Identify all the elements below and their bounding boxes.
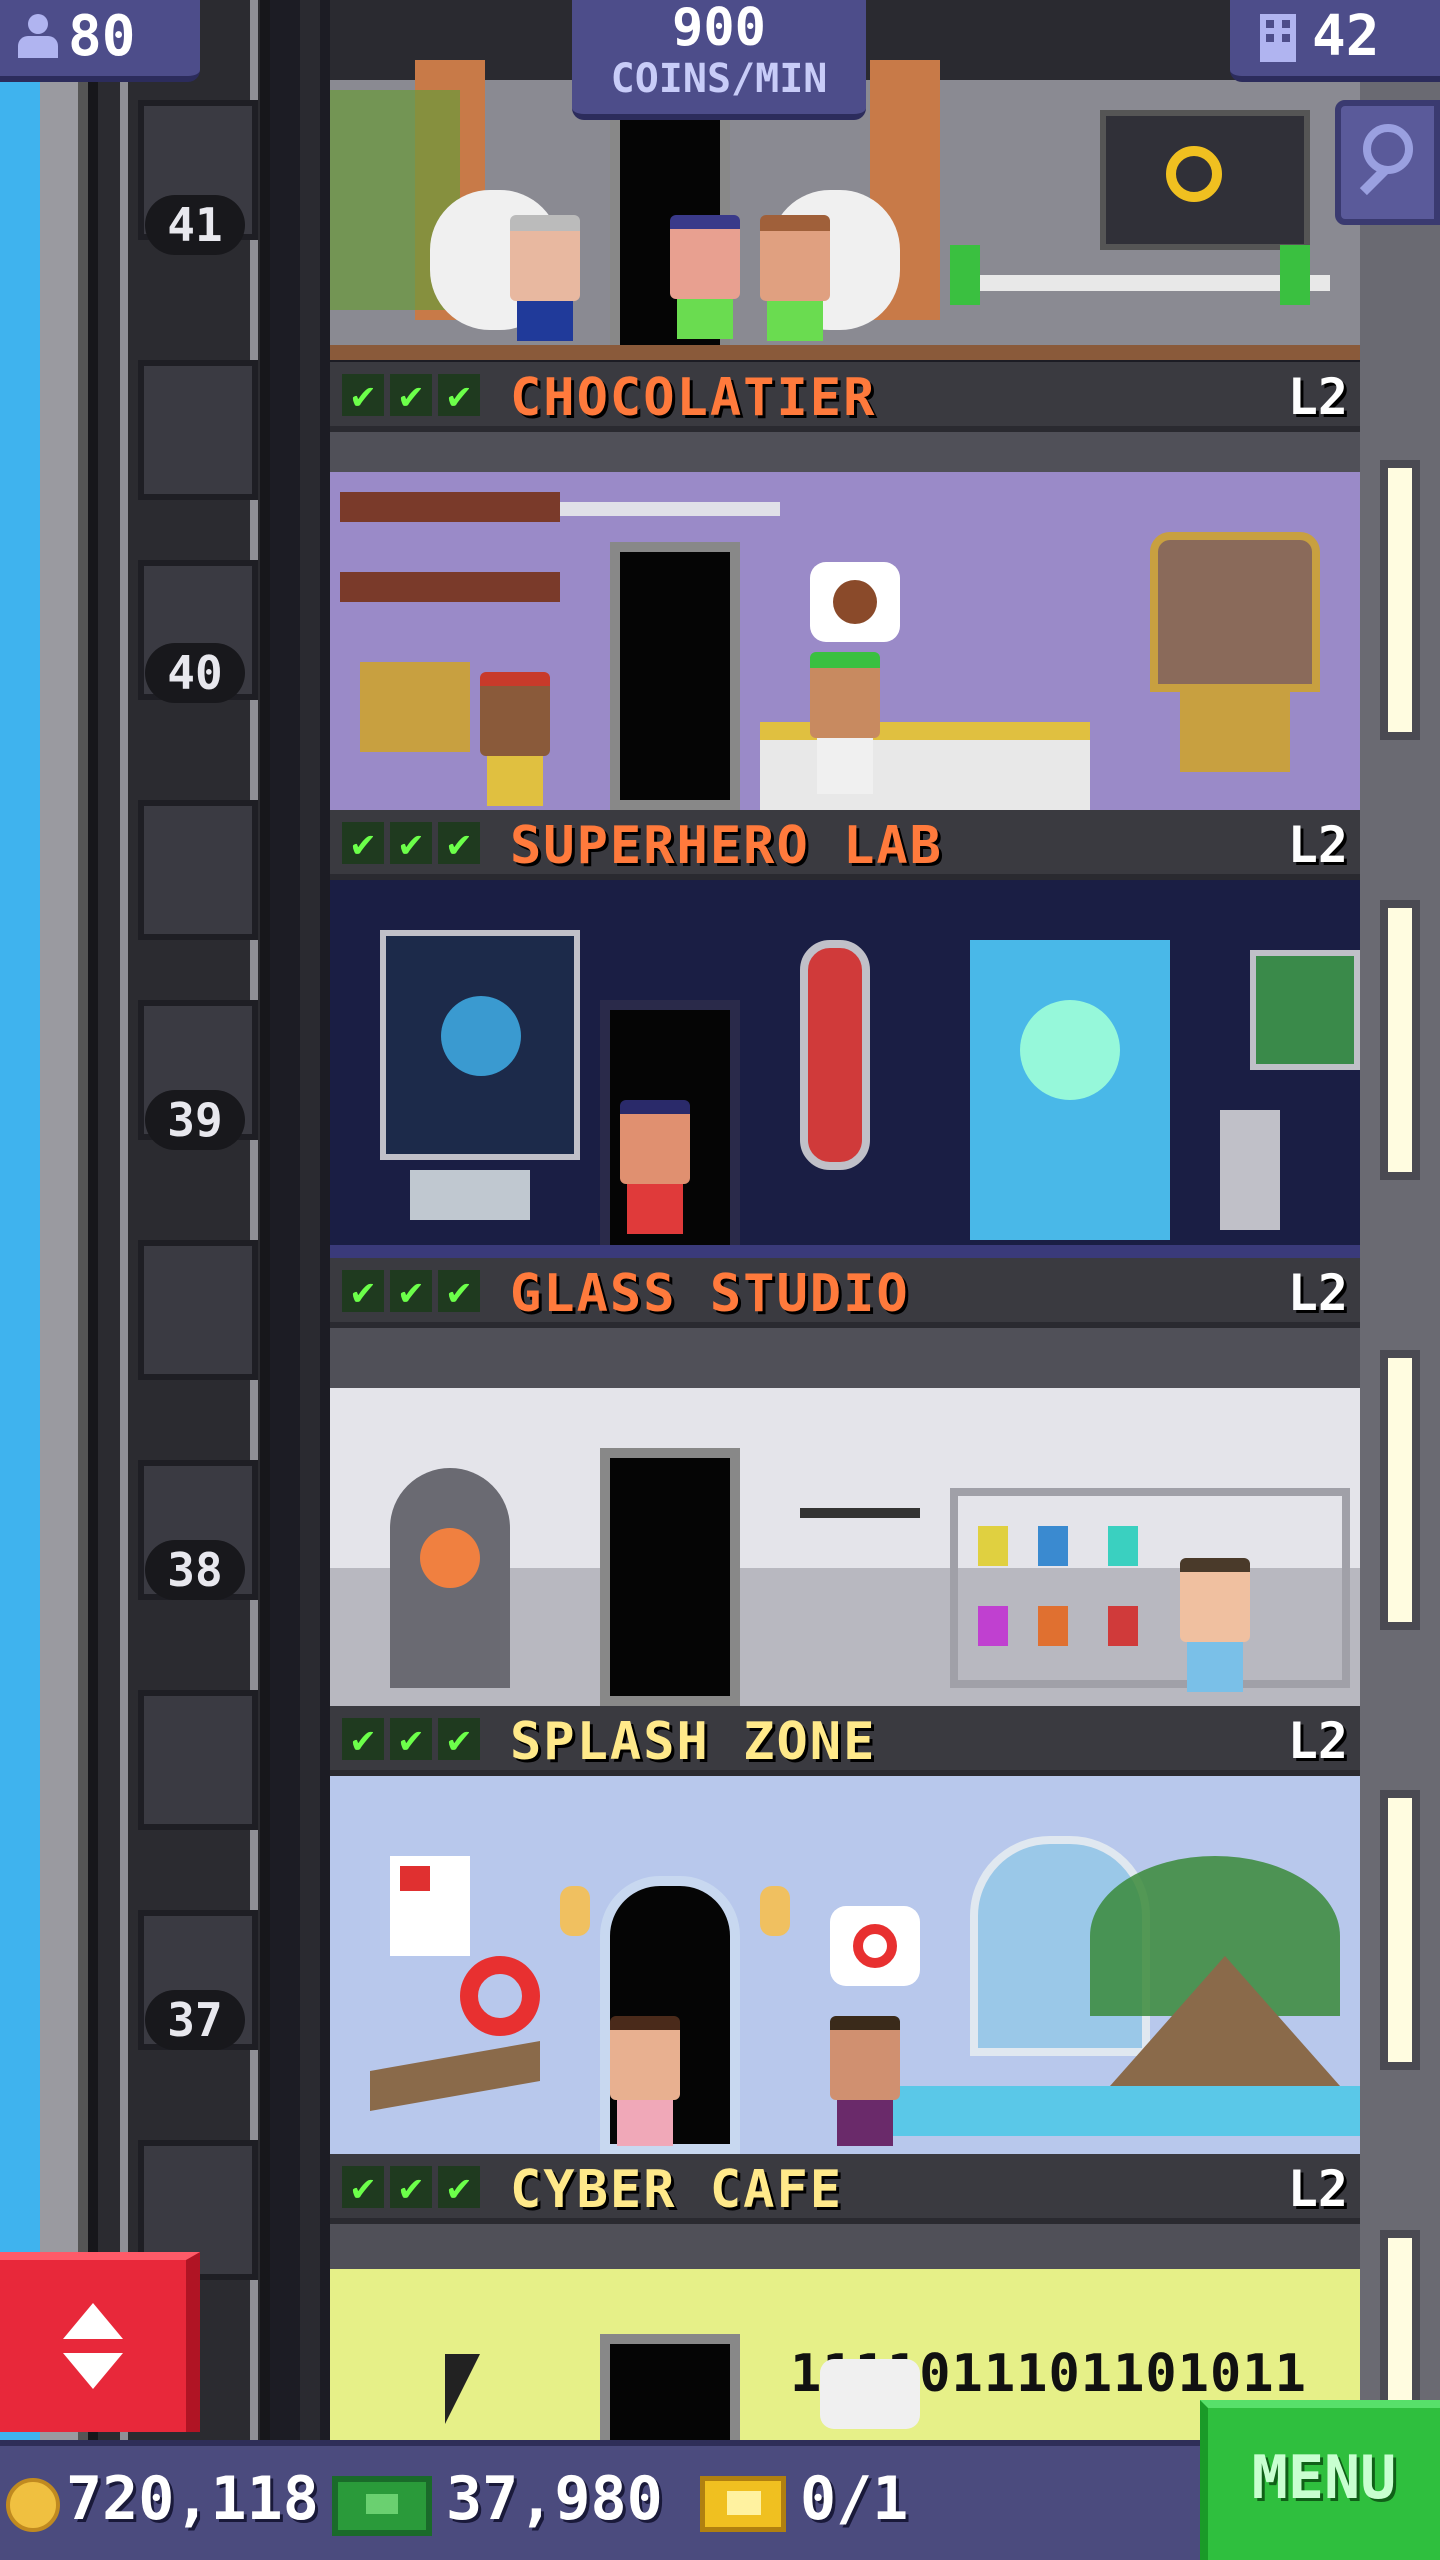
tower-window bbox=[1380, 1350, 1420, 1630]
shaft-panel bbox=[138, 1690, 258, 1830]
population-count: 80 bbox=[68, 4, 136, 69]
check-icon: ✔ bbox=[438, 822, 480, 864]
shaft-panel bbox=[138, 800, 258, 940]
floor-level: L2 bbox=[1287, 1712, 1348, 1770]
check-icon: ✔ bbox=[390, 822, 432, 864]
tower-wall bbox=[300, 0, 320, 2440]
search-button[interactable] bbox=[1335, 100, 1440, 225]
floor-room-chocolatier[interactable] bbox=[330, 432, 1360, 810]
check-icon: ✔ bbox=[342, 1718, 384, 1760]
floor-label-strip[interactable]: ✔ ✔ ✔ SUPERHERO LAB L2 bbox=[330, 810, 1360, 880]
floor-name-cyber-cafe: CYBER CAFE bbox=[510, 2160, 844, 2220]
floor-label-strip[interactable]: ✔ ✔ ✔ CHOCOLATIER L2 bbox=[330, 362, 1360, 432]
floor-label-strip[interactable]: ✔ ✔ ✔ CYBER CAFE L2 bbox=[330, 2154, 1360, 2224]
floor-number-39: 39 bbox=[145, 1090, 245, 1150]
coins-per-min-badge[interactable]: 900 COINS/MIN bbox=[572, 0, 866, 120]
life-ring-icon bbox=[460, 1956, 540, 2036]
tickets-amount: 0/1 bbox=[800, 2464, 909, 2534]
floor-room-glass-studio[interactable] bbox=[330, 1328, 1360, 1706]
coins-amount: 720,118 bbox=[66, 2464, 319, 2534]
bux-amount: 37,980 bbox=[446, 2464, 663, 2534]
floor-level: L2 bbox=[1287, 2160, 1348, 2218]
life-ring-request-bubble[interactable] bbox=[830, 1906, 920, 1986]
cursor-icon bbox=[445, 2354, 480, 2424]
elevator-door[interactable] bbox=[610, 542, 740, 810]
floor-name-splash-zone: SPLASH ZONE bbox=[510, 1712, 877, 1772]
check-icon: ✔ bbox=[438, 2166, 480, 2208]
check-icon: ✔ bbox=[390, 2166, 432, 2208]
star-checks: ✔ ✔ ✔ bbox=[342, 822, 480, 864]
star-checks: ✔ ✔ ✔ bbox=[342, 2166, 480, 2208]
bitizen[interactable] bbox=[810, 652, 880, 794]
bitizen[interactable] bbox=[670, 215, 740, 339]
floor-label-strip[interactable]: ✔ ✔ ✔ GLASS STUDIO L2 bbox=[330, 1258, 1360, 1328]
elevator-door[interactable] bbox=[600, 2334, 740, 2440]
shaft-outer-wall bbox=[40, 0, 78, 2440]
floor-number-37: 37 bbox=[145, 1990, 245, 2050]
bitizen[interactable] bbox=[510, 215, 580, 341]
elevator-updown-icon bbox=[63, 2303, 123, 2389]
check-icon: ✔ bbox=[438, 374, 480, 416]
check-icon: ✔ bbox=[438, 1718, 480, 1760]
coins-per-min-value: 900 bbox=[672, 0, 766, 58]
check-icon: ✔ bbox=[438, 1270, 480, 1312]
floors-count: 42 bbox=[1312, 4, 1380, 69]
building-icon bbox=[1260, 14, 1296, 62]
floor-name-superhero-lab: SUPERHERO LAB bbox=[510, 816, 943, 876]
menu-button[interactable]: MENU bbox=[1200, 2400, 1440, 2560]
elevator-rail bbox=[120, 0, 128, 2440]
person-icon bbox=[16, 14, 60, 58]
ring-icon bbox=[1166, 146, 1222, 202]
bitizen-superhero[interactable] bbox=[620, 1100, 690, 1234]
check-icon: ✔ bbox=[342, 374, 384, 416]
bitizen[interactable] bbox=[760, 215, 830, 341]
check-icon: ✔ bbox=[390, 374, 432, 416]
elevator-button[interactable] bbox=[0, 2252, 200, 2432]
check-icon: ✔ bbox=[390, 1270, 432, 1312]
bitizen[interactable] bbox=[480, 672, 550, 806]
ring-display-screen bbox=[1100, 110, 1310, 250]
floor-level: L2 bbox=[1287, 1264, 1348, 1322]
ticket-icon bbox=[700, 2476, 786, 2532]
bitizen[interactable] bbox=[610, 2016, 680, 2146]
shaft-panel bbox=[138, 360, 258, 500]
floor-name-chocolatier: CHOCOLATIER bbox=[510, 368, 877, 428]
chocolate-request-bubble[interactable] bbox=[810, 562, 900, 642]
tower-window bbox=[1380, 1790, 1420, 2070]
floor-room-splash-zone[interactable] bbox=[330, 1776, 1360, 2154]
shaft-divider bbox=[78, 0, 88, 2440]
floor-room-superhero-lab[interactable] bbox=[330, 880, 1360, 1258]
floor-chat-bubble[interactable] bbox=[820, 2359, 920, 2429]
floor-label-strip[interactable]: ✔ ✔ ✔ SPLASH ZONE L2 bbox=[330, 1706, 1360, 1776]
tower-right-edge bbox=[1360, 0, 1440, 2440]
star-checks: ✔ ✔ ✔ bbox=[342, 1270, 480, 1312]
floor-number-41: 41 bbox=[145, 195, 245, 255]
elevator-door[interactable] bbox=[600, 1448, 740, 1706]
check-icon: ✔ bbox=[390, 1718, 432, 1760]
check-icon: ✔ bbox=[342, 2166, 384, 2208]
floor-name-glass-studio: GLASS STUDIO bbox=[510, 1264, 910, 1324]
check-icon: ✔ bbox=[342, 822, 384, 864]
floor-number-38: 38 bbox=[145, 1540, 245, 1600]
bitizen[interactable] bbox=[1180, 1558, 1250, 1692]
sky bbox=[0, 0, 40, 2440]
shaft-panel bbox=[138, 1240, 258, 1380]
star-checks: ✔ ✔ ✔ bbox=[342, 1718, 480, 1760]
floors-badge[interactable]: 42 bbox=[1230, 0, 1440, 82]
star-checks: ✔ ✔ ✔ bbox=[342, 374, 480, 416]
bux-icon bbox=[332, 2476, 432, 2536]
floor-level: L2 bbox=[1287, 368, 1348, 426]
coins-per-min-label: COINS/MIN bbox=[610, 56, 828, 102]
population-badge[interactable]: 80 bbox=[0, 0, 200, 82]
tower-window bbox=[1380, 900, 1420, 1180]
bitizen[interactable] bbox=[830, 2016, 900, 2146]
tower-window bbox=[1380, 460, 1420, 740]
coin-icon bbox=[6, 2478, 60, 2532]
floor-number-40: 40 bbox=[145, 643, 245, 703]
check-icon: ✔ bbox=[342, 1270, 384, 1312]
floor-level: L2 bbox=[1287, 816, 1348, 874]
